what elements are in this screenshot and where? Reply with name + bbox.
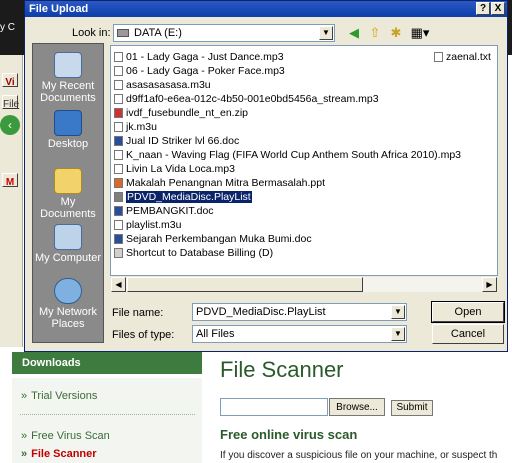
file-item[interactable]: Makalah Penangnan Mitra Bermasalah.ppt (114, 176, 325, 190)
place-label: My Recent Documents (40, 80, 96, 104)
place-my-documents[interactable]: My Documents (33, 168, 103, 220)
file-item[interactable]: 01 - Lady Gaga - Just Dance.mp3 (114, 50, 284, 64)
file-item[interactable]: Jual ID Striker lvl 66.doc (114, 134, 239, 148)
word-doc-icon (114, 234, 123, 245)
scroll-right-icon[interactable]: ▶ (482, 277, 497, 292)
powerpoint-file-icon (114, 178, 123, 189)
recent-documents-icon (54, 52, 82, 78)
file-item[interactable]: ivdf_fusebundle_nt_en.zip (114, 106, 248, 120)
file-item[interactable]: 06 - Lady Gaga - Poker Face.mp3 (114, 64, 285, 78)
submit-button[interactable]: Submit (391, 400, 433, 416)
file-icon (114, 122, 123, 133)
file-icon (114, 164, 123, 175)
browser-fragment-text: y C (0, 22, 15, 33)
file-icon (114, 94, 123, 105)
sidebar-link-file-scanner[interactable]: » File Scanner (21, 448, 97, 460)
files-of-type-select[interactable]: All Files (192, 325, 407, 343)
chevron-down-icon[interactable]: ▼ (391, 327, 405, 341)
place-my-recent-documents[interactable]: My Recent Documents (33, 52, 103, 104)
sidebar-link-free-virus-scan[interactable]: » Free Virus Scan (21, 430, 110, 442)
place-my-computer[interactable]: My Computer (33, 224, 103, 264)
file-item[interactable]: PEMBANGKIT.doc (114, 204, 214, 218)
file-upload-dialog: File Upload ? X Look in: DATA (E:) ▼ ◀ ⇧… (24, 0, 508, 352)
file-icon (114, 150, 123, 161)
text-file-icon (434, 52, 443, 63)
browser-left-edge: Vi File ‹ M (0, 55, 23, 347)
file-path-input[interactable] (220, 398, 328, 416)
network-icon (54, 278, 82, 304)
word-doc-icon (114, 136, 123, 147)
scrollbar-thumb[interactable] (127, 277, 363, 292)
browse-button[interactable]: Browse... (329, 398, 385, 416)
help-button[interactable]: ? (476, 2, 490, 15)
file-icon (114, 220, 123, 231)
file-icon (114, 52, 123, 63)
place-label: My Computer (34, 252, 102, 264)
desktop-icon (54, 110, 82, 136)
page-body-text: If you discover a suspicious file on you… (220, 450, 498, 461)
look-in-label: Look in: (72, 27, 111, 39)
up-folder-icon[interactable]: ⇧ (366, 24, 384, 42)
place-label: My Network Places (38, 306, 98, 330)
file-item[interactable]: playlist.m3u (114, 218, 181, 232)
file-name-input[interactable]: PDVD_MediaDisc.PlayList (192, 303, 407, 321)
file-item[interactable]: Sejarah Perkembangan Muka Bumi.doc (114, 232, 312, 246)
word-doc-icon (114, 206, 123, 217)
file-icon (114, 80, 123, 91)
places-bar: My Recent Documents Desktop My Documents… (32, 43, 104, 343)
cancel-button[interactable]: Cancel (432, 324, 504, 344)
file-item[interactable]: zaenal.txt (434, 51, 491, 63)
shortcut-icon (114, 248, 123, 259)
sidebar-link-label: File Scanner (31, 448, 97, 460)
place-label: Desktop (47, 138, 89, 150)
scroll-left-icon[interactable]: ◀ (111, 277, 126, 292)
file-item[interactable]: jk.m3u (114, 120, 157, 134)
browser-tab-fragment[interactable]: Vi (2, 73, 18, 88)
chevron-down-icon[interactable]: ▼ (319, 26, 333, 40)
sidebar-link-label: Free Virus Scan (31, 430, 110, 442)
page-subtitle: Free online virus scan (220, 427, 358, 442)
view-menu-icon[interactable]: ▦▾ (408, 24, 432, 42)
file-icon (114, 66, 123, 77)
page-title: File Scanner (220, 357, 344, 382)
look-in-dropdown[interactable]: DATA (E:) ▼ (113, 24, 335, 42)
file-item[interactable]: Livin La Vida Loca.mp3 (114, 162, 235, 176)
files-of-type-label: Files of type: (112, 329, 175, 341)
new-folder-icon[interactable]: ✱ (387, 24, 405, 42)
bullet-icon: » (21, 430, 28, 442)
browser-back-icon[interactable]: ‹ (0, 115, 20, 135)
place-label: My Documents (40, 196, 96, 220)
file-item[interactable]: asasasasasa.m3u (114, 78, 211, 92)
horizontal-scrollbar[interactable]: ◀ ▶ (111, 277, 497, 292)
file-name-label: File name: (112, 307, 164, 319)
gmail-icon[interactable]: M (2, 173, 18, 188)
downloads-heading: Downloads (12, 352, 202, 374)
back-icon[interactable]: ◀ (345, 24, 363, 42)
dialog-titlebar[interactable]: File Upload ? X (25, 1, 507, 17)
file-item[interactable]: d9ff1af0-e6ea-012c-4b50-001e0bd5456a_str… (114, 92, 379, 106)
file-name-dropdown-icon[interactable]: ▼ (391, 305, 405, 319)
bullet-icon: » (21, 448, 28, 460)
file-item-selected[interactable]: PDVD_MediaDisc.PlayList (114, 190, 252, 204)
open-button[interactable]: Open (431, 301, 505, 323)
computer-icon (54, 224, 82, 250)
file-icon (114, 192, 123, 203)
drive-icon (117, 29, 129, 37)
bullet-icon: » (21, 390, 28, 402)
sidebar-divider (20, 414, 195, 415)
place-my-network-places[interactable]: My Network Places (33, 278, 103, 330)
place-desktop[interactable]: Desktop (33, 110, 103, 150)
sidebar-link-label: Trial Versions (31, 390, 98, 402)
file-item[interactable]: K_naan - Waving Flag (FIFA World Cup Ant… (114, 148, 461, 162)
close-button[interactable]: X (491, 2, 505, 15)
look-in-value: DATA (E:) (134, 27, 182, 39)
zip-file-icon (114, 108, 123, 119)
sidebar-links: » Trial Versions » Free Virus Scan » File S… (12, 378, 202, 463)
file-item[interactable]: Shortcut to Database Billing (D) (114, 246, 273, 260)
folder-icon (54, 168, 82, 194)
sidebar-link-trial-versions[interactable]: » Trial Versions (21, 390, 97, 402)
file-list[interactable]: 01 - Lady Gaga - Just Dance.mp3 06 - Lad… (110, 45, 498, 276)
dialog-title: File Upload (29, 3, 89, 15)
browser-file-menu[interactable]: File (2, 95, 19, 110)
